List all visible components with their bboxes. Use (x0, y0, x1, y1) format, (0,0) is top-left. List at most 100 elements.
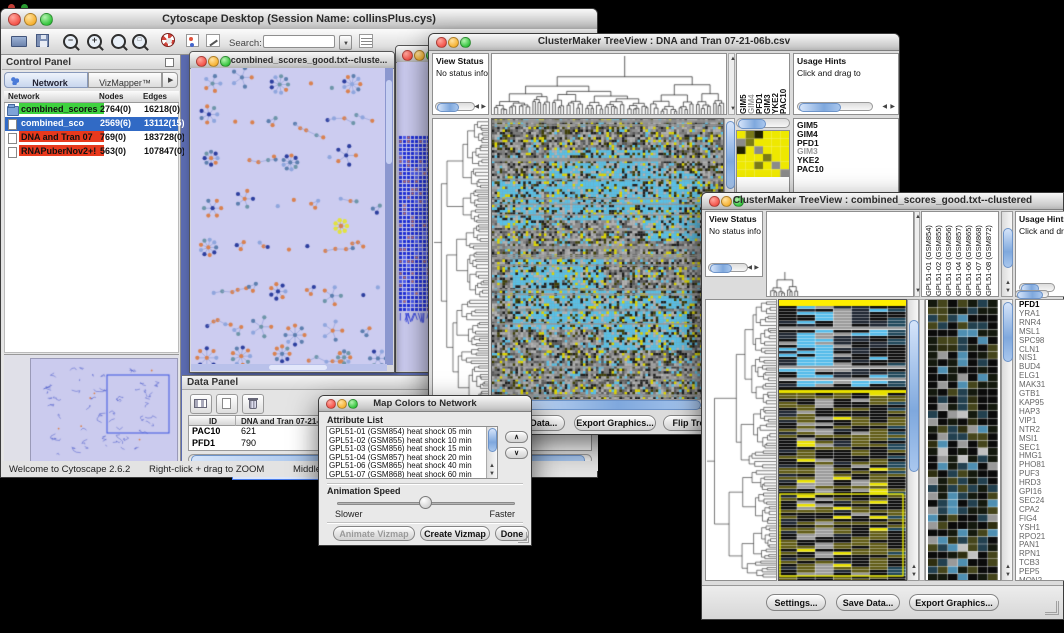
tv2-global-heatmap[interactable] (778, 299, 907, 581)
scroll-right-arrow-icon[interactable]: ▶ (890, 104, 895, 110)
annotation-icon[interactable] (206, 34, 220, 47)
tv1-row-dendrogram-canvas[interactable] (433, 119, 488, 408)
help-icon[interactable] (161, 33, 175, 47)
gene-label[interactable]: MAK31 (1019, 381, 1064, 390)
tv2-gene-list[interactable]: PFD1YRA1RNR4MSL1SPC98CLN1NIS1BUD4ELG1MAK… (1015, 299, 1064, 581)
tv2-global-heatmap-canvas[interactable] (779, 300, 906, 580)
animate-vizmap-button[interactable]: Animate Vizmap (333, 526, 415, 541)
tv1-heatmap-canvas[interactable] (492, 119, 723, 408)
tv1-usage-scrollbar[interactable] (797, 102, 873, 111)
network2-close-button[interactable] (402, 50, 413, 61)
scroll-right-arrow-icon[interactable]: ▶ (754, 265, 759, 271)
gene-label[interactable]: BUD4 (1019, 363, 1064, 372)
save-session-button[interactable] (36, 34, 49, 47)
tv2-labels-vscrollbar[interactable]: ▲▼ (1001, 211, 1013, 297)
attribute-item[interactable]: GPL51-07 (GSM868) heat shock 60 min (329, 471, 485, 479)
tv1-thumb-scrollbar[interactable] (736, 118, 790, 128)
vizmapper-icon[interactable] (186, 34, 199, 47)
open-session-button[interactable] (11, 36, 27, 47)
zoom-fit-icon[interactable] (111, 34, 126, 49)
gene-label[interactable]: VIP1 (1019, 417, 1064, 426)
network-view-titlebar[interactable]: combined_scores_good.txt--cluste... (190, 52, 394, 69)
network-close-button[interactable] (196, 56, 207, 67)
tv1-export-graphics-button[interactable]: Export Graphics... (574, 415, 656, 431)
network-minimize-button[interactable] (208, 56, 219, 67)
tv1-mini-heatmap-canvas[interactable] (737, 131, 789, 177)
tab-overflow-button[interactable]: ▶ (162, 72, 178, 88)
tv2-zoom-heatmap[interactable] (925, 299, 1001, 581)
gene-label[interactable]: PAC10 (797, 165, 898, 174)
delete-attribute-button[interactable] (242, 394, 264, 414)
gene-label[interactable]: RPO21 (1019, 533, 1064, 542)
gene-label[interactable]: PAN1 (1019, 541, 1064, 550)
tv1-arrow-strip[interactable]: ▲▼ (728, 53, 735, 115)
gene-label[interactable]: HRD3 (1019, 479, 1064, 488)
gene-label[interactable]: CLN1 (1019, 346, 1064, 355)
tv2-arrow-strip[interactable]: ▲▼ (914, 211, 920, 297)
gene-label[interactable]: MSL1 (1019, 328, 1064, 337)
gene-label[interactable]: PHO81 (1019, 461, 1064, 470)
tv1-heatmap[interactable] (491, 118, 724, 409)
network-vertical-scrollbar[interactable] (385, 68, 393, 365)
gene-label[interactable]: HAP3 (1019, 408, 1064, 417)
gene-label[interactable]: PUF3 (1019, 470, 1064, 479)
network-list-row[interactable]: combined_sco2569(6)13112(15) (5, 117, 178, 131)
tv2-save-data-button[interactable]: Save Data... (836, 594, 900, 611)
scroll-right-arrow-icon[interactable]: ▶ (481, 104, 486, 110)
scroll-left-arrow-icon[interactable]: ◀ (882, 104, 887, 110)
tab-network[interactable]: Network (4, 72, 88, 88)
gene-label[interactable]: NTR2 (1019, 426, 1064, 435)
gene-label[interactable]: TCB3 (1019, 559, 1064, 568)
gene-label[interactable]: GPI16 (1019, 488, 1064, 497)
zoom-in-icon[interactable]: + (87, 34, 102, 49)
network-horizontal-scrollbar[interactable] (191, 364, 387, 371)
network-list-row[interactable]: DNA and Tran 07769(0)183728(0) (5, 131, 178, 145)
attribute-list[interactable]: GPL51-01 (GSM854) heat shock 05 minGPL51… (326, 426, 498, 479)
network-list-row[interactable]: RNAPuberNov2+!563(0)107847(0) (5, 145, 178, 159)
gene-label[interactable]: GTB1 (1019, 390, 1064, 399)
move-up-button[interactable]: ∧ (505, 431, 528, 443)
attribute-select-button[interactable] (190, 394, 212, 414)
gene-label[interactable]: RPN1 (1019, 550, 1064, 559)
gene-label[interactable]: KAP95 (1019, 399, 1064, 408)
dense-network-canvas[interactable] (398, 134, 431, 326)
gene-label[interactable]: SPC98 (1019, 337, 1064, 346)
gene-label[interactable]: PFD1 (1019, 301, 1064, 310)
gene-label[interactable]: CPA2 (1019, 506, 1064, 515)
tv1-column-dendrogram-canvas[interactable] (492, 54, 726, 114)
gene-label[interactable]: SEC1 (1019, 444, 1064, 453)
resize-grip[interactable] (1045, 601, 1059, 615)
network-overview-canvas[interactable] (30, 358, 178, 466)
new-attribute-button[interactable] (216, 394, 238, 414)
gene-label[interactable]: YRA1 (1019, 310, 1064, 319)
tv2-export-graphics-button[interactable]: Export Graphics... (909, 594, 999, 611)
gene-label[interactable]: RNR4 (1019, 319, 1064, 328)
zoom-selected-icon[interactable]: □ (132, 34, 147, 49)
tv2-global-vscrollbar[interactable]: ▲▼ (907, 299, 919, 581)
search-dropdown-button[interactable]: ▼ (339, 35, 352, 50)
treeview2-titlebar[interactable]: ClusterMaker TreeView : combined_scores_… (702, 193, 1063, 210)
tv2-zoom-vscrollbar[interactable]: ▲▼ (1001, 299, 1013, 581)
tv2-status-scrollbar[interactable] (708, 263, 748, 272)
network-list-row[interactable]: combined_scores2764(0)16218(0) (5, 103, 178, 117)
dialog-resize-grip[interactable] (518, 532, 529, 543)
network-graph-canvas[interactable] (191, 68, 387, 365)
move-down-button[interactable]: ∨ (505, 447, 528, 459)
gene-label[interactable]: NIS1 (1019, 354, 1064, 363)
gene-label[interactable]: MSI1 (1019, 435, 1064, 444)
scroll-left-arrow-icon[interactable]: ◀ (747, 265, 752, 271)
dialog-titlebar[interactable]: Map Colors to Network (319, 396, 531, 412)
network-canvas-area[interactable] (191, 68, 387, 365)
network2-minimize-button[interactable] (414, 50, 425, 61)
gene-label[interactable]: MON2 (1019, 577, 1064, 581)
tv1-row-dendrogram[interactable] (432, 118, 489, 409)
tv2-column-dendrogram[interactable] (766, 211, 914, 297)
network-list[interactable]: combined_scores2764(0)16218(0) combined_… (4, 103, 179, 353)
gene-label[interactable]: HMG1 (1019, 452, 1064, 461)
gene-label[interactable]: FIG4 (1019, 515, 1064, 524)
tv2-row-dendrogram-canvas[interactable] (706, 300, 776, 580)
search-input[interactable] (263, 35, 335, 48)
tv1-status-scrollbar[interactable] (435, 102, 475, 111)
float-panel-icon[interactable] (165, 58, 174, 67)
create-vizmap-button[interactable]: Create Vizmap (420, 526, 490, 541)
